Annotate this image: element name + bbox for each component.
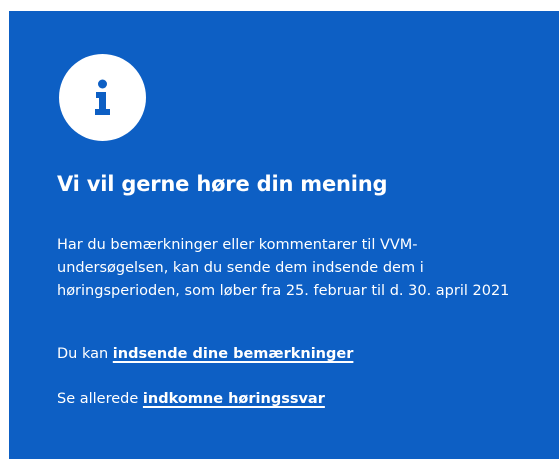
info-body-text: Har du bemærkninger eller kommentarer ti…: [57, 237, 510, 299]
info-panel: Vi vil gerne høre din mening Har du bemæ…: [9, 11, 559, 459]
received-responses-link[interactable]: indkomne høringssvar: [143, 391, 325, 407]
responses-prefix: Se allerede: [57, 391, 139, 407]
submit-comments-line: Du kan indsende dine bemærkninger: [57, 346, 353, 362]
submit-comments-link[interactable]: indsende dine bemærkninger: [113, 346, 354, 362]
submit-prefix: Du kan: [57, 346, 109, 362]
info-icon: [59, 54, 146, 141]
info-heading: Vi vil gerne høre din mening: [57, 172, 388, 196]
responses-line: Se allerede indkomne høringssvar: [57, 391, 325, 407]
